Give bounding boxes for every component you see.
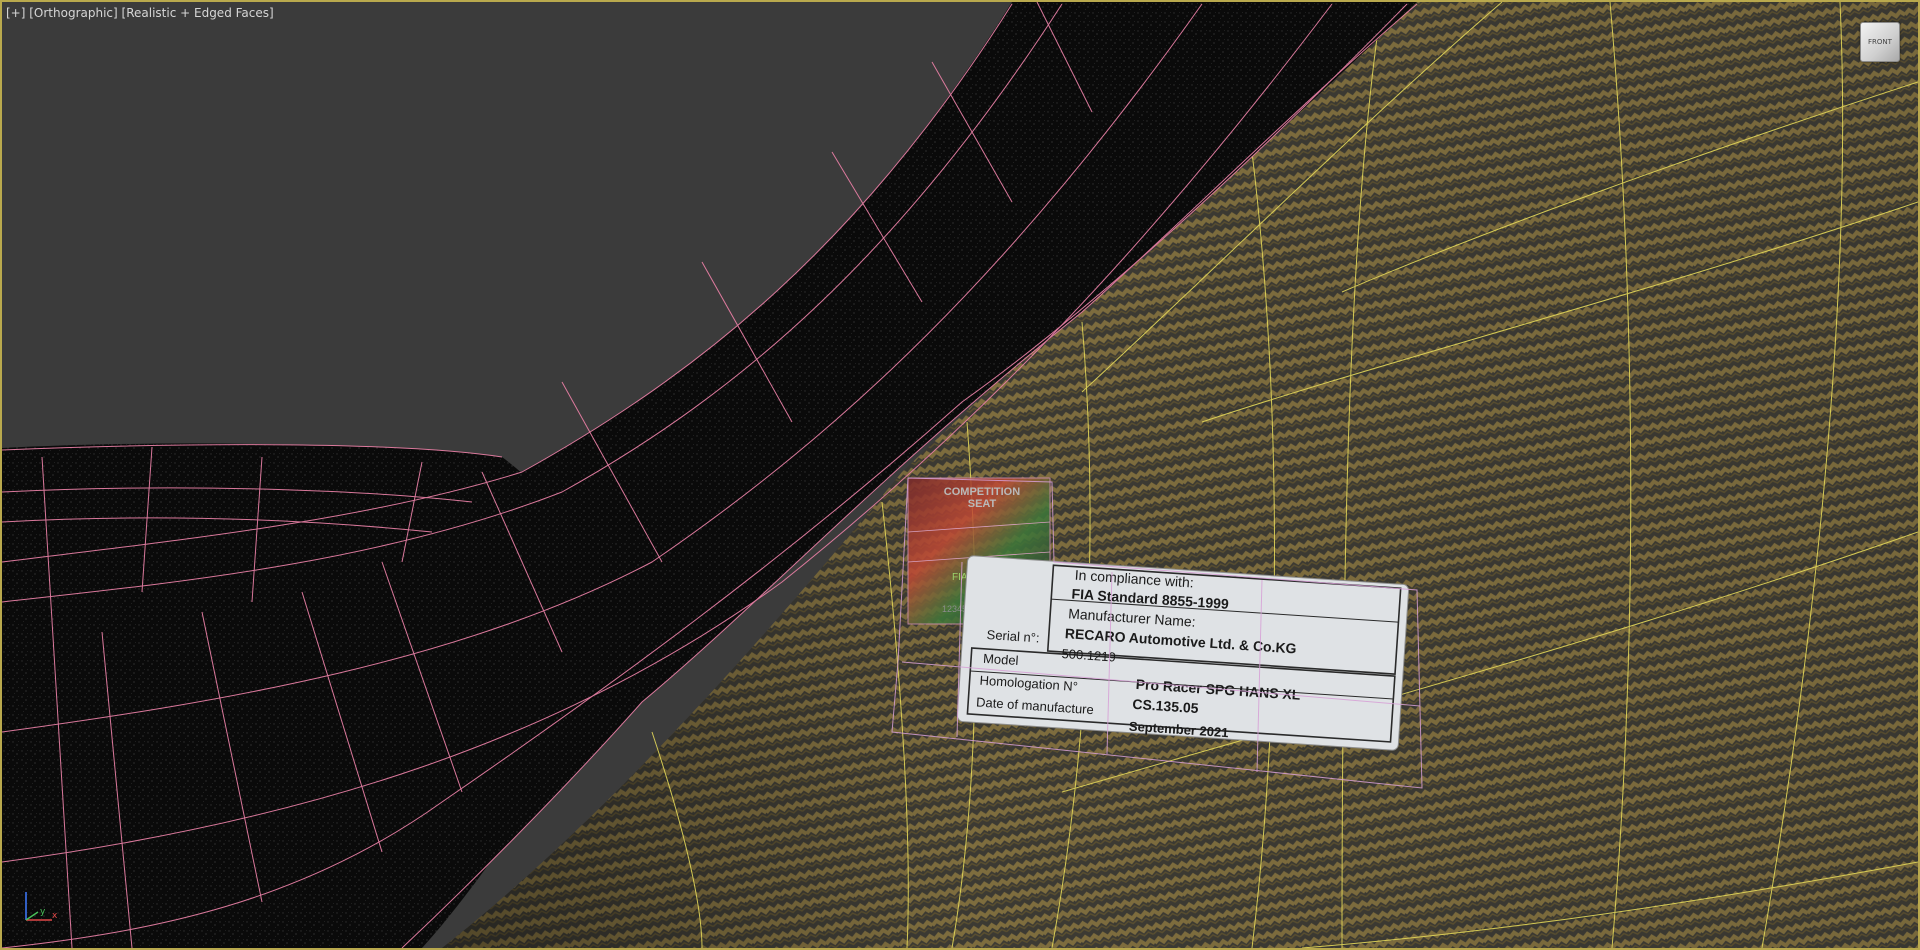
label-model-caption: Model [983, 651, 1019, 668]
viewport-projection-menu[interactable]: [Orthographic] [29, 6, 117, 20]
axis-x-label: x [52, 911, 58, 921]
viewport-plus-menu[interactable]: [+] [6, 6, 25, 20]
homologation-label: In compliance with: FIA Standard 8855-19… [956, 555, 1410, 751]
viewcube[interactable]: FRONT [1860, 22, 1900, 62]
viewport-label-menu: [+] [Orthographic] [Realistic + Edged Fa… [6, 6, 274, 20]
axis-tripod-icon: y x [25, 892, 58, 921]
viewcube-front-label: FRONT [1868, 38, 1892, 46]
scene-render[interactable]: COMPETITION SEAT FIA 1234567 In complian… [2, 2, 1918, 948]
perspective-viewport[interactable]: [+] [Orthographic] [Realistic + Edged Fa… [0, 0, 1920, 950]
axis-y-label: y [40, 907, 46, 917]
badge-title-line2: SEAT [968, 498, 997, 510]
badge-title-line1: COMPETITION [944, 486, 1020, 498]
badge-fia-text: FIA [952, 572, 968, 583]
viewport-shading-menu[interactable]: [Realistic + Edged Faces] [122, 6, 274, 20]
